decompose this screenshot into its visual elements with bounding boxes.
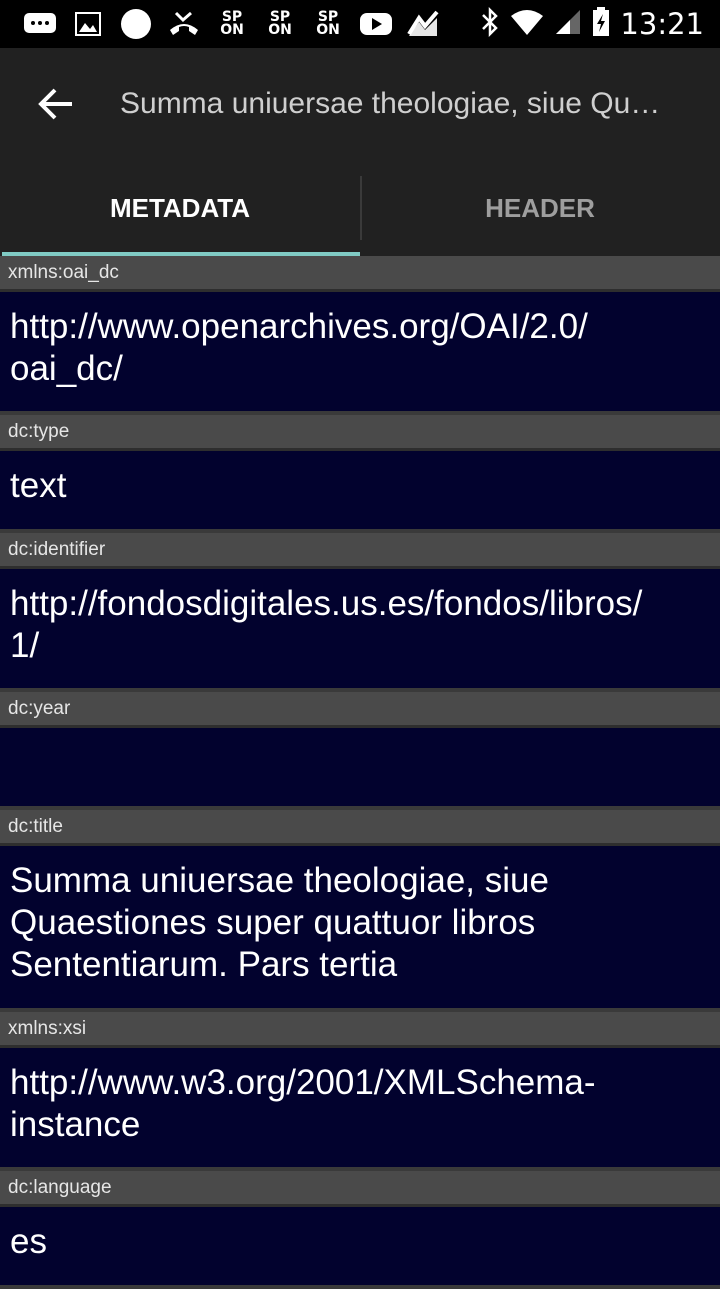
messaging-icon — [16, 0, 64, 48]
clock: 13:21 — [620, 7, 704, 41]
bluetooth-icon — [480, 6, 500, 42]
metadata-list[interactable]: xmlns:oai_dc http://www.openarchives.org… — [0, 256, 720, 1289]
list-item: dc:title Summa uniuersae theologiae, siu… — [0, 810, 720, 1012]
field-value[interactable]: http://www.openarchives.org/OAI/2.0/oai_… — [0, 292, 720, 415]
field-label: dc:title — [0, 810, 720, 846]
field-label: xmlns:oai_dc — [0, 256, 720, 292]
sp-on-icon: SP ON — [220, 9, 244, 38]
field-label: dc:type — [0, 415, 720, 451]
battery-icon — [592, 6, 610, 42]
back-button[interactable] — [0, 48, 112, 160]
youtube-icon — [352, 0, 400, 48]
status-bar: SP ON SP ON SP ON 13:21 — [0, 0, 720, 48]
arrow-back-icon — [38, 88, 72, 120]
field-label: dc:year — [0, 692, 720, 728]
tab-metadata[interactable]: METADATA — [0, 160, 360, 256]
missed-call-icon — [160, 0, 208, 48]
list-item: dc:year — [0, 692, 720, 810]
field-value[interactable]: es — [0, 1207, 720, 1289]
field-value[interactable]: http://www.w3.org/2001/XMLSchema-instanc… — [0, 1048, 720, 1171]
wifi-icon — [510, 8, 544, 41]
page-title: Summa uniuersae theologiae, siue Qu… — [120, 87, 661, 120]
app-bar: Summa uniuersae theologiae, siue Qu… — [0, 48, 720, 160]
list-item: dc:language es — [0, 1171, 720, 1289]
tab-header[interactable]: HEADER — [360, 160, 720, 256]
field-value[interactable]: http://fondosdigitales.us.es/fondos/libr… — [0, 569, 720, 692]
cell-signal-icon — [554, 8, 582, 41]
sp-on-icon: SP ON — [316, 9, 340, 38]
stocks-icon — [400, 0, 448, 48]
field-label: dc:language — [0, 1171, 720, 1207]
field-value[interactable] — [0, 728, 720, 810]
field-value[interactable]: text — [0, 451, 720, 533]
field-label: dc:identifier — [0, 533, 720, 569]
list-item: xmlns:oai_dc http://www.openarchives.org… — [0, 256, 720, 415]
list-item: dc:type text — [0, 415, 720, 533]
field-label: xmlns:xsi — [0, 1012, 720, 1048]
field-value[interactable]: Summa uniuersae theologiae, siue Quaesti… — [0, 846, 720, 1012]
image-icon — [64, 0, 112, 48]
tab-divider — [360, 176, 362, 240]
list-item: xmlns:xsi http://www.w3.org/2001/XMLSche… — [0, 1012, 720, 1171]
sp-on-icon: SP ON — [268, 9, 292, 38]
circle-icon — [112, 0, 160, 48]
list-item: dc:identifier http://fondosdigitales.us.… — [0, 533, 720, 692]
